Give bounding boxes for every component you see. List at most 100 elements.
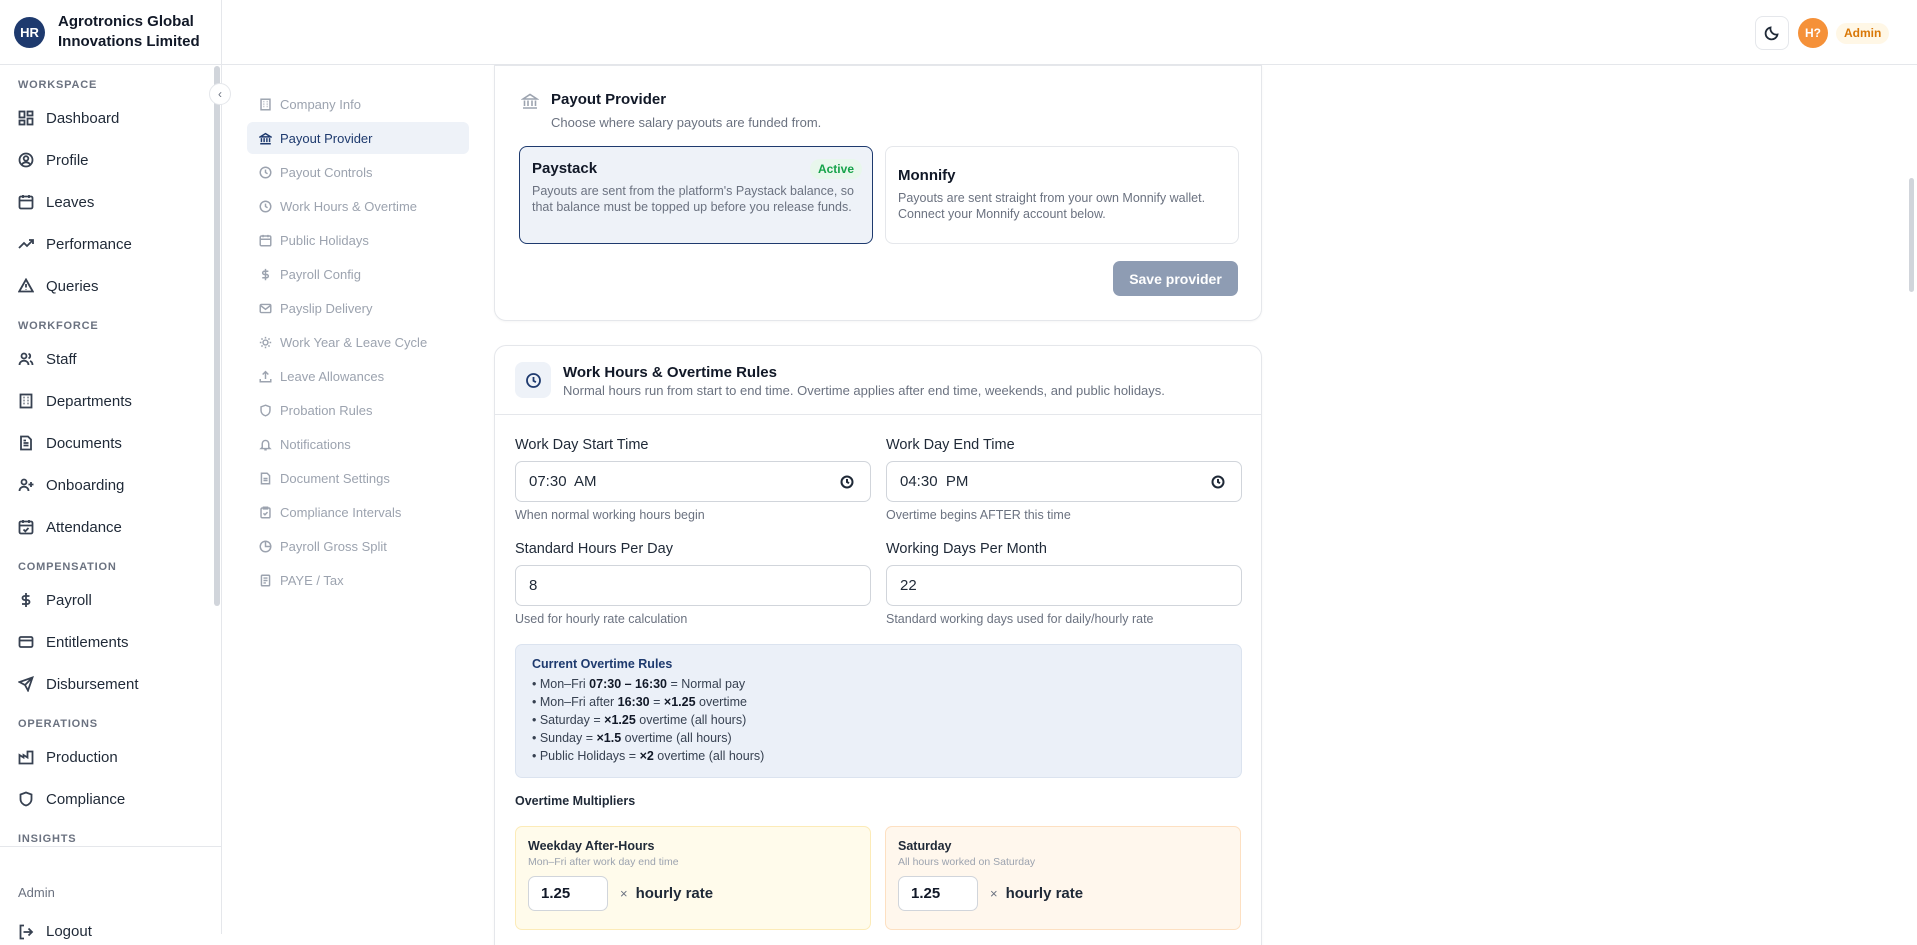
sidebar-item-leaves[interactable]: Leaves <box>0 181 214 223</box>
section-compensation: COMPENSATION <box>18 561 117 573</box>
sidebar-label: Dashboard <box>46 109 120 127</box>
standard-hours-input[interactable]: 8 <box>515 565 871 606</box>
settings-nav-payout-controls[interactable]: Payout Controls <box>247 156 469 188</box>
multiplier-unit: hourly rate <box>1005 885 1084 902</box>
working-days-input[interactable]: 22 <box>886 565 1242 606</box>
sidebar-label: Onboarding <box>46 476 125 494</box>
standard-hours-help: Used for hourly rate calculation <box>515 612 688 626</box>
settings-nav-work-year[interactable]: Work Year & Leave Cycle <box>247 326 469 358</box>
mail-icon <box>259 303 272 313</box>
provider-option-paystack[interactable]: Paystack Active Payouts are sent from th… <box>519 146 873 244</box>
settings-nav-work-hours[interactable]: Work Hours & Overtime <box>247 190 469 222</box>
sidebar-role: Admin <box>18 885 55 900</box>
payout-provider-title: Payout Provider <box>551 91 667 108</box>
standard-hours-value: 8 <box>529 577 538 594</box>
sidebar-label: Payroll <box>46 591 92 609</box>
work-hours-header: Work Hours & Overtime Rules Normal hours… <box>495 346 1261 415</box>
sidebar-item-departments[interactable]: Departments <box>0 380 214 422</box>
clock-icon <box>515 362 551 398</box>
provider-description: Payouts are sent from the platform's Pay… <box>532 184 854 214</box>
payout-provider-subtitle: Choose where salary payouts are funded f… <box>551 115 822 130</box>
multiplier-description: All hours worked on Saturday <box>898 856 1036 868</box>
section-operations: OPERATIONS <box>18 718 98 730</box>
sidebar-item-production[interactable]: Production <box>0 736 214 778</box>
calendar-check-icon <box>18 520 34 535</box>
chevron-left-icon: ‹ <box>218 87 222 101</box>
calendar-icon <box>259 234 272 247</box>
page-scrollbar[interactable] <box>1909 178 1914 292</box>
settings-nav-public-holidays[interactable]: Public Holidays <box>247 224 469 256</box>
saturday-multiplier-input[interactable]: 1.25 <box>898 876 978 911</box>
sidebar-item-performance[interactable]: Performance <box>0 223 214 265</box>
work-hours-subtitle: Normal hours run from start to end time.… <box>563 383 1165 398</box>
building-icon <box>19 393 33 409</box>
sidebar: HR Agrotronics Global Innovations Limite… <box>0 0 222 940</box>
brand[interactable]: HR Agrotronics Global Innovations Limite… <box>0 0 221 65</box>
settings-nav-paye-tax[interactable]: PAYE / Tax <box>247 564 469 596</box>
sidebar-scroll-area: WORKSPACE Dashboard Profile Leaves Perfo… <box>0 66 214 846</box>
settings-nav-payout-provider[interactable]: Payout Provider <box>247 122 469 154</box>
settings-nav-leave-allowances[interactable]: Leave Allowances <box>247 360 469 392</box>
settings-nav-probation-rules[interactable]: Probation Rules <box>247 394 469 426</box>
bank-icon <box>520 92 540 110</box>
payout-provider-card: Payout Provider Choose where salary payo… <box>494 65 1262 321</box>
save-provider-button[interactable]: Save provider <box>1113 261 1238 296</box>
sidebar-item-attendance[interactable]: Attendance <box>0 506 214 548</box>
settings-nav-label: Public Holidays <box>280 232 369 248</box>
settings-nav-label: Document Settings <box>280 470 390 486</box>
times-symbol: × <box>620 886 628 901</box>
sidebar-item-profile[interactable]: Profile <box>0 139 214 181</box>
clock-icon <box>840 475 854 489</box>
avatar[interactable]: H? <box>1798 18 1828 48</box>
settings-nav-company-info[interactable]: Company Info <box>247 88 469 120</box>
rule-line: • Mon–Fri 07:30 – 16:30 = Normal pay <box>532 677 746 691</box>
sidebar-item-compliance[interactable]: Compliance <box>0 778 214 820</box>
sidebar-label: Production <box>46 748 118 766</box>
weekday-multiplier-card: Weekday After-Hours Mon–Fri after work d… <box>515 826 871 930</box>
rule-line: • Mon–Fri after 16:30 = ×1.25 overtime <box>532 695 747 709</box>
settings-nav-label: Payout Provider <box>280 130 373 146</box>
brand-name-line2: Innovations Limited <box>58 33 200 50</box>
settings-nav-payslip-delivery[interactable]: Payslip Delivery <box>247 292 469 324</box>
sidebar-item-entitlements[interactable]: Entitlements <box>0 621 214 663</box>
sidebar-item-dashboard[interactable]: Dashboard <box>0 97 214 139</box>
settings-nav-notifications[interactable]: Notifications <box>247 428 469 460</box>
clock-icon <box>259 165 272 179</box>
shield-icon <box>260 403 271 417</box>
settings-nav-label: Payout Controls <box>280 164 373 180</box>
sidebar-item-disbursement[interactable]: Disbursement <box>0 663 214 705</box>
overtime-rules-box: Current Overtime Rules • Mon–Fri 07:30 –… <box>515 644 1242 778</box>
settings-nav-payroll-config[interactable]: Payroll Config <box>247 258 469 290</box>
settings-nav-label: Work Year & Leave Cycle <box>280 334 428 350</box>
credit-card-icon <box>18 636 34 648</box>
weekday-multiplier-input[interactable]: 1.25 <box>528 876 608 911</box>
logout-button[interactable]: Logout <box>18 923 92 940</box>
collapse-sidebar-button[interactable]: ‹ <box>209 83 231 105</box>
theme-toggle-button[interactable] <box>1755 16 1789 50</box>
settings-nav-label: Probation Rules <box>280 402 373 418</box>
sidebar-item-queries[interactable]: Queries <box>0 265 214 307</box>
shield-icon <box>19 791 33 807</box>
logout-icon <box>19 924 34 939</box>
provider-option-monnify[interactable]: Monnify Payouts are sent straight from y… <box>885 146 1239 244</box>
end-time-value: 04:30 PM <box>900 473 969 490</box>
user-plus-icon <box>18 478 34 492</box>
end-time-input[interactable]: 04:30 PM <box>886 461 1242 502</box>
users-icon <box>18 352 34 366</box>
settings-nav-document-settings[interactable]: Document Settings <box>247 462 469 494</box>
active-badge: Active <box>809 159 862 179</box>
saturday-multiplier-card: Saturday All hours worked on Saturday 1.… <box>885 826 1241 930</box>
settings-nav-payroll-gross-split[interactable]: Payroll Gross Split <box>247 530 469 562</box>
settings-nav-compliance-intervals[interactable]: Compliance Intervals <box>247 496 469 528</box>
start-time-label: Work Day Start Time <box>515 437 649 453</box>
calendar-icon <box>18 195 34 210</box>
sidebar-item-onboarding[interactable]: Onboarding <box>0 464 214 506</box>
sidebar-item-staff[interactable]: Staff <box>0 338 214 380</box>
sidebar-scrollbar[interactable] <box>214 66 220 606</box>
settings-nav: Company Info Payout Provider Payout Cont… <box>247 88 469 598</box>
start-time-input[interactable]: 07:30 AM <box>515 461 871 502</box>
multiplier-row: 1.25 × hourly rate <box>528 876 858 911</box>
sidebar-item-documents[interactable]: Documents <box>0 422 214 464</box>
settings-nav-label: PAYE / Tax <box>280 572 344 588</box>
sidebar-item-payroll[interactable]: Payroll <box>0 579 214 621</box>
